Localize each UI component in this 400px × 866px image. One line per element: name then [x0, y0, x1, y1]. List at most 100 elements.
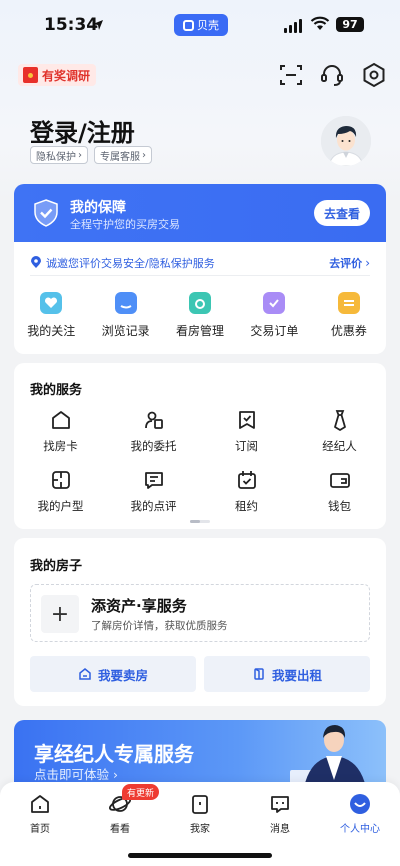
wallet-icon	[329, 473, 350, 488]
service-label: 我的委托	[130, 439, 177, 453]
floorplan-icon	[51, 471, 70, 489]
wifi-icon	[310, 16, 330, 30]
profile-icon	[350, 794, 370, 814]
service-label: 找房卡	[43, 439, 78, 453]
default-avatar-icon	[321, 116, 371, 166]
quick-item-label: 看房管理	[176, 324, 225, 338]
service-entrust[interactable]: 我的委托	[107, 408, 200, 454]
evaluation-row[interactable]: 诚邀您评价交易安全/隐私保护服务 去评价 ›	[30, 250, 370, 276]
quick-item-label: 交易订单	[250, 324, 299, 338]
tag-label: 专属客服	[100, 151, 140, 163]
login-register-title[interactable]: 登录/注册	[30, 113, 135, 148]
tab-profile[interactable]: 个人中心	[330, 792, 390, 835]
service-label: 订阅	[235, 439, 258, 453]
services-card: 我的服务 找房卡 我的委托 订阅 经纪人 我的户型 我的点评 租约 钱包	[14, 363, 386, 529]
tab-label: 我家	[190, 824, 210, 835]
guarantee-title: 我的保障	[70, 200, 126, 216]
service-label: 租约	[235, 499, 258, 513]
agent-icon	[333, 410, 346, 431]
house-view-icon	[189, 292, 212, 314]
service-review[interactable]: 我的点评	[107, 468, 200, 514]
home-indicator[interactable]	[128, 853, 272, 858]
service-label: 我的户型	[37, 499, 84, 513]
avatar[interactable]	[321, 116, 371, 166]
services-row-2: 我的户型 我的点评 租约 钱包	[14, 468, 386, 514]
privacy-tag[interactable]: 隐私保护 ›	[30, 146, 88, 164]
update-badge: 有更新	[122, 784, 160, 800]
banner-subtitle-text: 点击即可体验	[34, 767, 110, 782]
guarantee-subtitle: 全程守护您的买房交易	[70, 218, 180, 231]
house-card-icon	[51, 411, 70, 429]
rent-house-button[interactable]: 我要出租	[204, 656, 370, 692]
quick-entries: 我的关注 浏览记录 看房管理 交易订单 优惠券	[14, 292, 386, 339]
tag-label: 隐私保护	[36, 151, 76, 163]
heart-icon	[40, 292, 63, 314]
my-house-title: 我的房子	[30, 559, 83, 574]
service-label: 我的点评	[130, 499, 177, 513]
quick-item-history[interactable]: 浏览记录	[88, 292, 162, 339]
settings-icon[interactable]	[361, 62, 387, 88]
evaluate-link[interactable]: 去评价	[329, 255, 362, 271]
app-logo-icon	[183, 19, 194, 31]
quick-item-follow[interactable]: 我的关注	[14, 292, 88, 339]
guarantee-card: 我的保障 全程守护您的买房交易 去查看 诚邀您评价交易安全/隐私保护服务 去评价…	[14, 184, 386, 354]
tab-my-home[interactable]: 我家	[170, 792, 230, 835]
review-icon	[144, 472, 163, 489]
battery-indicator: 97	[336, 17, 364, 32]
status-bar: 15:34 贝壳 97	[0, 0, 400, 50]
home-icon	[31, 795, 49, 813]
quick-item-orders[interactable]: 交易订单	[237, 292, 311, 339]
quick-item-label: 优惠券	[330, 324, 367, 338]
coupon-icon	[337, 292, 360, 314]
tab-label: 个人中心	[340, 824, 380, 835]
location-arrow-icon	[93, 20, 103, 30]
entrust-icon	[144, 411, 163, 429]
tab-messages[interactable]: 消息	[250, 792, 310, 835]
sell-house-label: 我要卖房	[97, 667, 148, 683]
customer-service-icon[interactable]	[319, 62, 345, 88]
quick-item-viewing[interactable]: 看房管理	[163, 292, 237, 339]
page-indicator	[190, 520, 210, 523]
quick-item-label: 我的关注	[27, 324, 76, 338]
service-wallet[interactable]: 钱包	[293, 468, 386, 514]
profile-tags: 隐私保护 › 专属客服 ›	[30, 146, 152, 164]
service-label: 经纪人	[322, 439, 357, 453]
service-label: 钱包	[328, 499, 351, 513]
survey-label: 有奖调研	[42, 68, 91, 83]
service-subscribe[interactable]: 订阅	[200, 408, 293, 454]
guarantee-banner: 我的保障 全程守护您的买房交易 去查看	[14, 184, 386, 242]
my-home-icon	[192, 795, 208, 814]
service-house-card[interactable]: 找房卡	[14, 408, 107, 454]
shield-icon	[34, 199, 58, 227]
add-asset-box[interactable]: + 添资产·享服务 了解房价详情，获取优质服务	[30, 584, 370, 642]
scan-icon[interactable]	[278, 62, 304, 88]
tab-home[interactable]: 首页	[10, 792, 70, 835]
my-house-card: 我的房子 + 添资产·享服务 了解房价详情，获取优质服务 我要卖房 我要出租	[14, 538, 386, 706]
plus-icon: +	[41, 595, 79, 633]
service-lease[interactable]: 租约	[200, 468, 293, 514]
history-icon	[114, 292, 137, 314]
quick-item-coupons[interactable]: 优惠券	[312, 292, 386, 339]
banner-title: 享经纪人专属服务	[34, 742, 194, 766]
service-floorplan[interactable]: 我的户型	[14, 468, 107, 514]
app-pill-label: 贝壳	[197, 19, 219, 32]
house-icon	[79, 668, 91, 680]
survey-button[interactable]: 有奖调研	[18, 64, 97, 86]
status-time: 15:34	[44, 15, 99, 35]
lease-icon	[237, 471, 256, 489]
order-icon	[263, 292, 286, 314]
tab-label: 看看	[110, 824, 130, 835]
chevron-right-icon: ›	[78, 149, 82, 161]
cellular-signal-icon	[284, 19, 302, 33]
add-asset-subtitle: 了解房价详情，获取优质服务	[91, 620, 228, 632]
chevron-right-icon: ›	[142, 149, 146, 161]
sell-house-button[interactable]: 我要卖房	[30, 656, 196, 692]
service-tag[interactable]: 专属客服 ›	[94, 146, 152, 164]
service-agent[interactable]: 经纪人	[293, 408, 386, 454]
location-pin-icon	[31, 256, 41, 268]
message-icon	[271, 796, 289, 813]
view-guarantee-button[interactable]: 去查看	[314, 200, 370, 226]
back-to-app-pill[interactable]: 贝壳	[174, 14, 228, 36]
chevron-right-icon: ›	[365, 255, 370, 270]
subscribe-icon	[238, 411, 255, 429]
